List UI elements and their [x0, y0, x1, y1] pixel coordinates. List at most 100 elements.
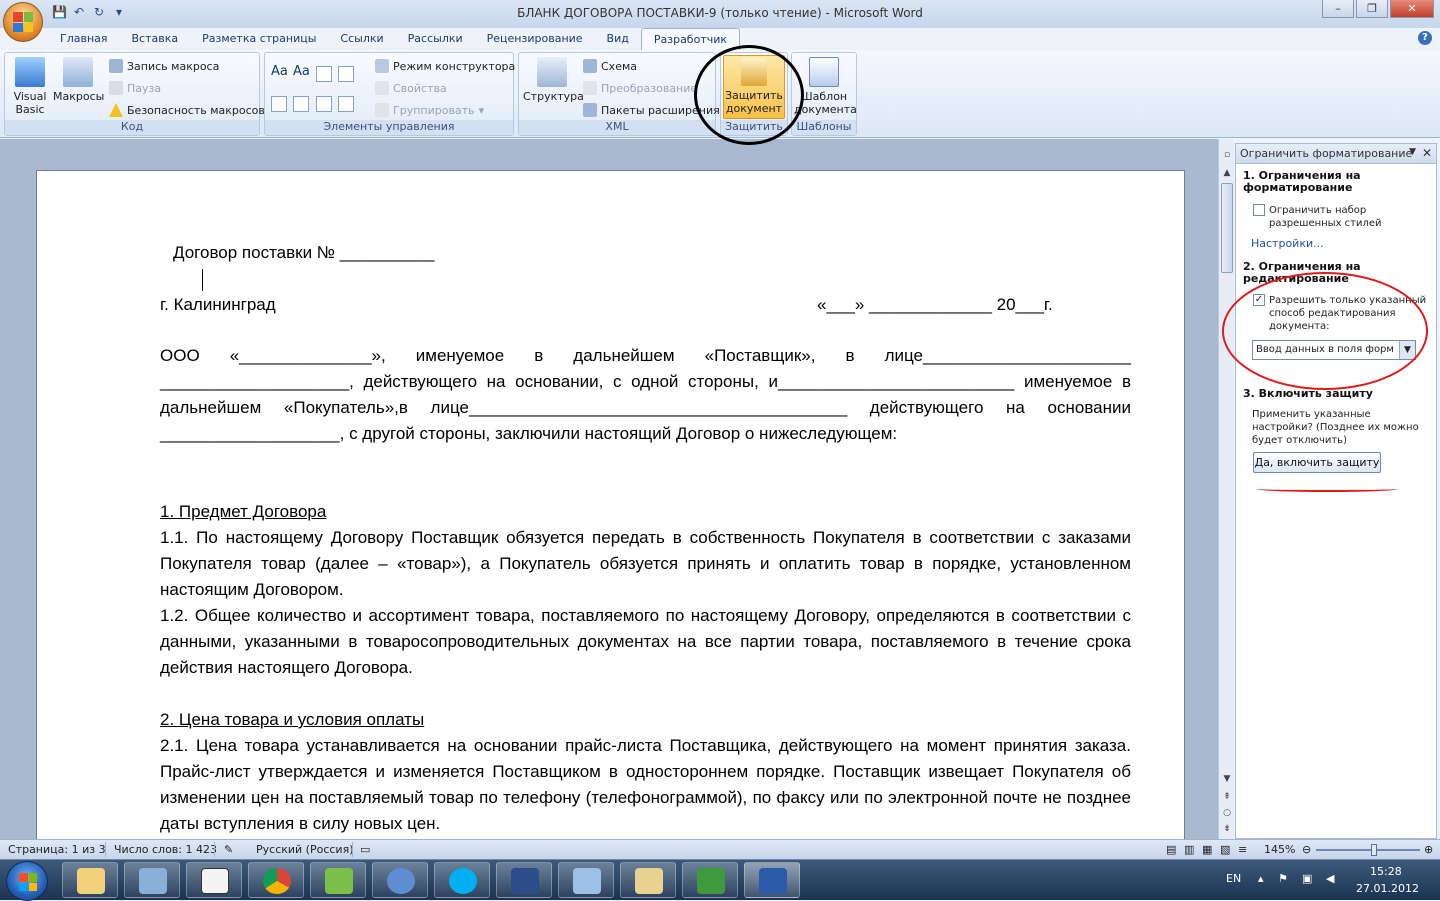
design-mode-button[interactable]: Режим конструктора	[375, 57, 515, 75]
record-macro-button[interactable]: Запись макроса	[109, 57, 219, 75]
restrict-styles-checkbox[interactable]	[1253, 204, 1265, 216]
macro-record-icon[interactable]: ▭	[360, 843, 370, 856]
taskbar-folder-icon[interactable]	[620, 862, 676, 898]
zoom-in-icon[interactable]: ⊕	[1424, 843, 1433, 856]
office-logo-icon	[13, 12, 33, 32]
section-editing-restrictions: 2. Ограничения на редактирование	[1243, 260, 1361, 285]
transform-button[interactable]: Преобразование	[583, 79, 697, 97]
expansion-packs-button[interactable]: Пакеты расширения	[583, 101, 720, 119]
macros-button[interactable]: Макросы	[53, 57, 104, 103]
chevron-down-icon: ▾	[478, 103, 485, 117]
page-count[interactable]: Страница: 1 из 3	[8, 843, 106, 856]
properties-button[interactable]: Свойства	[375, 79, 447, 97]
building-block-icon[interactable]	[338, 66, 354, 82]
tab-developer[interactable]: Разработчик	[640, 28, 741, 50]
macro-security-button[interactable]: Безопасность макросов	[109, 101, 265, 119]
visual-basic-label: Visual Basic	[13, 90, 47, 116]
combo-box-icon[interactable]	[271, 96, 287, 112]
taskbar-explorer-icon[interactable]	[62, 862, 118, 898]
zoom-slider[interactable]	[1316, 844, 1420, 856]
scroll-down-icon[interactable]: ▼	[1221, 773, 1233, 785]
date-picker-icon[interactable]	[316, 96, 332, 112]
editing-type-select[interactable]: Ввод данных в поля форм ▼	[1252, 340, 1416, 360]
allow-editing-checkbox[interactable]: ✓	[1253, 294, 1265, 306]
document-template-button[interactable]: Шаблон документа	[794, 57, 857, 116]
print-layout-icon[interactable]: ▤	[1166, 843, 1176, 856]
action-center-icon[interactable]: ⚑	[1278, 872, 1288, 885]
tab-home[interactable]: Главная	[48, 28, 120, 50]
draft-icon[interactable]: ≡	[1238, 843, 1247, 856]
tray-expand-icon[interactable]: ▴	[1258, 872, 1264, 885]
network-tray-icon[interactable]: ▣	[1302, 872, 1312, 885]
next-page-icon[interactable]: ⇟	[1221, 823, 1233, 835]
properties-label: Свойства	[393, 81, 447, 95]
zoom-slider-thumb[interactable]	[1370, 844, 1377, 856]
pane-header: Ограничить форматирование ▼ ✕	[1236, 144, 1436, 164]
legacy-tools-icon[interactable]	[338, 96, 354, 112]
intro-paragraph: ООО «______________», именуемое в дальне…	[160, 346, 1131, 443]
word-count[interactable]: Число слов: 1 423	[114, 843, 217, 856]
office-button[interactable]	[3, 2, 43, 42]
tab-review[interactable]: Рецензирование	[475, 28, 595, 50]
tab-mailings[interactable]: Рассылки	[396, 28, 475, 50]
vertical-scrollbar[interactable]: ▫ ▲ ▼ ⇞ ○ ⇟	[1218, 139, 1234, 839]
taskbar-chrome-icon[interactable]	[248, 862, 304, 898]
minimize-button[interactable]: –	[1322, 0, 1354, 18]
outline-icon[interactable]: ▧	[1220, 843, 1230, 856]
status-separator	[214, 842, 215, 857]
taskbar-vnc-icon[interactable]	[186, 862, 242, 898]
group-button[interactable]: Группировать ▾	[375, 101, 484, 119]
tab-page-layout[interactable]: Разметка страницы	[190, 28, 328, 50]
tab-view[interactable]: Вид	[595, 28, 641, 50]
taskbar-network-icon[interactable]	[124, 862, 180, 898]
taskbar-thunderbird-icon[interactable]	[372, 862, 428, 898]
taskbar-library-icon[interactable]	[496, 862, 552, 898]
visual-basic-button[interactable]: Visual Basic	[9, 57, 51, 116]
tab-insert[interactable]: Вставка	[120, 28, 191, 50]
clock-date[interactable]: 27.01.2012	[1356, 882, 1419, 895]
ruler-toggle-icon[interactable]: ▫	[1221, 149, 1233, 161]
document-template-label: Шаблон документа	[794, 90, 857, 116]
volume-icon[interactable]: ◀	[1326, 872, 1334, 885]
picture-control-icon[interactable]	[316, 66, 332, 82]
structure-label: Структура	[523, 90, 584, 103]
zoom-level[interactable]: 145%	[1264, 843, 1295, 856]
scroll-up-icon[interactable]: ▲	[1221, 167, 1233, 179]
structure-button[interactable]: Структура	[523, 57, 584, 103]
taskbar-excel-icon[interactable]	[682, 862, 738, 898]
maximize-button[interactable]: ❐	[1356, 0, 1388, 18]
document-page[interactable]: Договор поставки № __________ г. Калинин…	[36, 170, 1185, 850]
protect-document-button[interactable]: Защитить документ	[723, 55, 785, 119]
settings-link[interactable]: Настройки...	[1251, 237, 1324, 250]
taskbar-word-icon[interactable]	[744, 862, 800, 898]
taskbar-computer-icon[interactable]	[558, 862, 614, 898]
clock-time[interactable]: 15:28	[1370, 865, 1402, 878]
rich-text-control-icon[interactable]: Aa	[271, 65, 288, 81]
chevron-down-icon[interactable]: ▼	[1399, 341, 1415, 359]
tab-references[interactable]: Ссылки	[328, 28, 395, 50]
taskbar-skype-icon[interactable]	[434, 862, 490, 898]
browse-object-icon[interactable]: ○	[1221, 807, 1233, 819]
input-language[interactable]: EN	[1226, 872, 1241, 885]
window-title: БЛАНК ДОГОВОРА ПОСТАВКИ-9 (только чтение…	[517, 6, 923, 20]
dropdown-list-icon[interactable]	[293, 96, 309, 112]
spellcheck-icon[interactable]: ✎	[224, 843, 233, 856]
schema-button[interactable]: Схема	[583, 57, 637, 75]
taskbar-recycle-icon[interactable]	[310, 862, 366, 898]
help-icon[interactable]: ?	[1418, 31, 1432, 45]
web-layout-icon[interactable]: ▦	[1202, 843, 1212, 856]
pane-menu-icon[interactable]: ▼	[1409, 147, 1416, 157]
window-controls: – ❐ ✕	[1322, 0, 1434, 18]
scroll-thumb[interactable]	[1221, 183, 1233, 273]
start-button[interactable]	[6, 861, 48, 901]
zoom-out-icon[interactable]: ⊖	[1302, 843, 1311, 856]
full-screen-icon[interactable]: ▥	[1184, 843, 1194, 856]
pause-button[interactable]: Пауза	[109, 79, 161, 97]
enable-protection-button[interactable]: Да, включить защиту	[1253, 452, 1381, 473]
previous-page-icon[interactable]: ⇞	[1221, 791, 1233, 803]
close-button[interactable]: ✕	[1390, 0, 1434, 18]
language[interactable]: Русский (Россия)	[256, 843, 354, 856]
group-controls-label: Элементы управления	[265, 120, 513, 135]
text-control-icon[interactable]: Aa	[293, 65, 310, 81]
pane-close-icon[interactable]: ✕	[1422, 146, 1432, 160]
